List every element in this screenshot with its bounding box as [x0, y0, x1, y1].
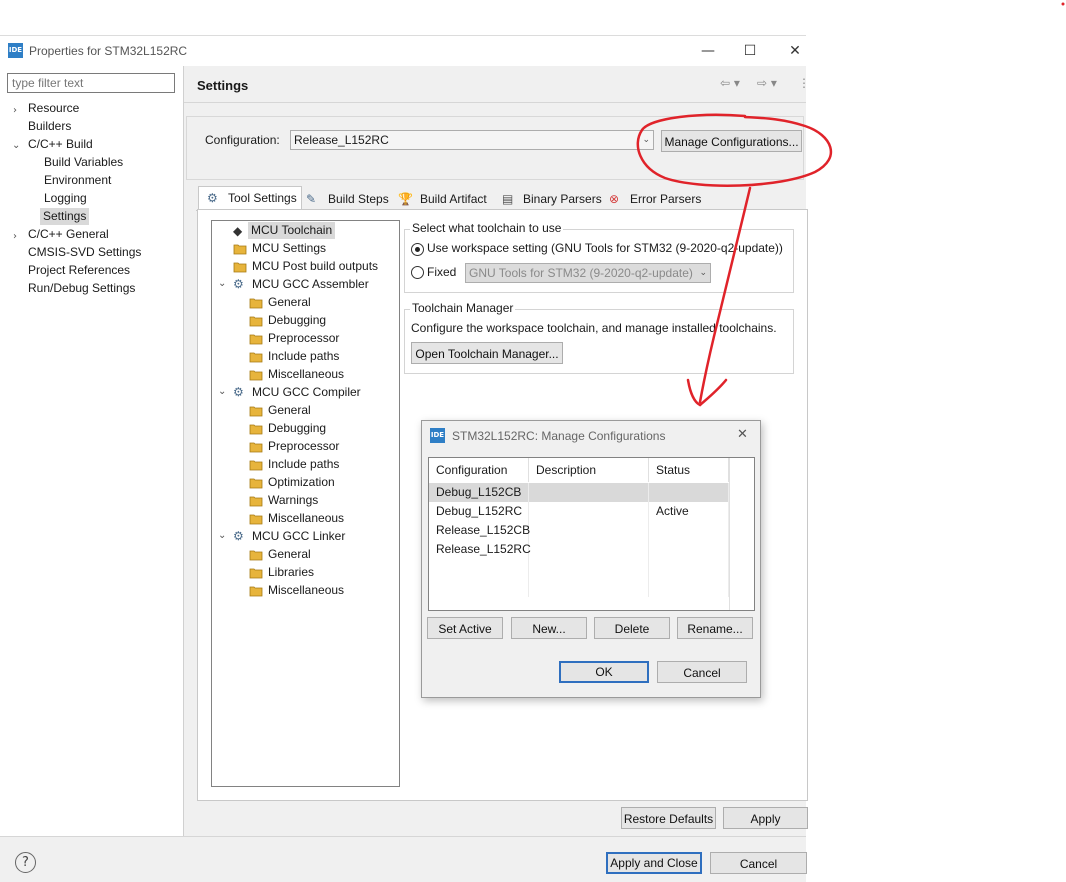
annotation-arrow-head	[686, 378, 728, 407]
annotation-dot	[1061, 2, 1065, 6]
annotation-circle	[636, 113, 833, 187]
red-annotation-overlay	[636, 2, 1065, 407]
annotation-arrow-line	[698, 186, 752, 404]
